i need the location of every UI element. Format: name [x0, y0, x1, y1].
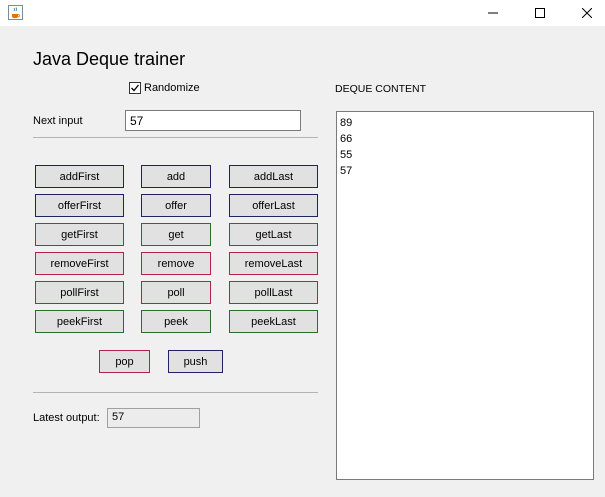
remove-first-button[interactable]: removeFirst: [35, 252, 124, 275]
close-icon: [582, 8, 592, 18]
latest-output-field: 57: [107, 408, 200, 428]
peek-button[interactable]: peek: [141, 310, 211, 333]
close-button[interactable]: [564, 0, 605, 26]
deque-content-label: DEQUE CONTENT: [335, 83, 427, 95]
peek-last-button[interactable]: peekLast: [229, 310, 318, 333]
poll-last-button[interactable]: pollLast: [229, 281, 318, 304]
deque-item: 55: [340, 149, 353, 161]
poll-first-button[interactable]: pollFirst: [35, 281, 124, 304]
deque-item: 57: [340, 165, 353, 177]
peek-first-button[interactable]: peekFirst: [35, 310, 124, 333]
deque-content-area[interactable]: 89 66 55 57: [336, 111, 594, 480]
maximize-button[interactable]: [517, 0, 563, 26]
get-last-button[interactable]: getLast: [229, 223, 318, 246]
checkbox-box[interactable]: [129, 82, 141, 94]
deque-item: 66: [340, 133, 353, 145]
remove-last-button[interactable]: removeLast: [229, 252, 318, 275]
offer-button[interactable]: offer: [141, 194, 211, 217]
divider: [33, 137, 318, 138]
get-button[interactable]: get: [141, 223, 211, 246]
app-title: Java Deque trainer: [33, 49, 186, 69]
divider: [33, 392, 318, 393]
add-first-button[interactable]: addFirst: [35, 165, 124, 188]
java-cup-icon: [8, 5, 23, 20]
add-button[interactable]: add: [141, 165, 211, 188]
randomize-label: Randomize: [144, 82, 200, 94]
next-input-label: Next input: [33, 115, 83, 127]
pop-button[interactable]: pop: [99, 350, 150, 373]
latest-output-label: Latest output:: [33, 412, 100, 424]
randomize-checkbox[interactable]: Randomize: [129, 82, 200, 94]
get-first-button[interactable]: getFirst: [35, 223, 124, 246]
window-titlebar: [0, 0, 605, 26]
add-last-button[interactable]: addLast: [229, 165, 318, 188]
deque-item: 89: [340, 117, 353, 129]
minimize-button[interactable]: [470, 0, 516, 26]
poll-button[interactable]: poll: [141, 281, 211, 304]
maximize-icon: [535, 8, 545, 18]
remove-button[interactable]: remove: [141, 252, 211, 275]
checkmark-icon: [131, 84, 140, 92]
minimize-icon: [488, 12, 498, 14]
push-button[interactable]: push: [168, 350, 223, 373]
next-input-field[interactable]: [125, 110, 301, 131]
offer-first-button[interactable]: offerFirst: [35, 194, 124, 217]
offer-last-button[interactable]: offerLast: [229, 194, 318, 217]
